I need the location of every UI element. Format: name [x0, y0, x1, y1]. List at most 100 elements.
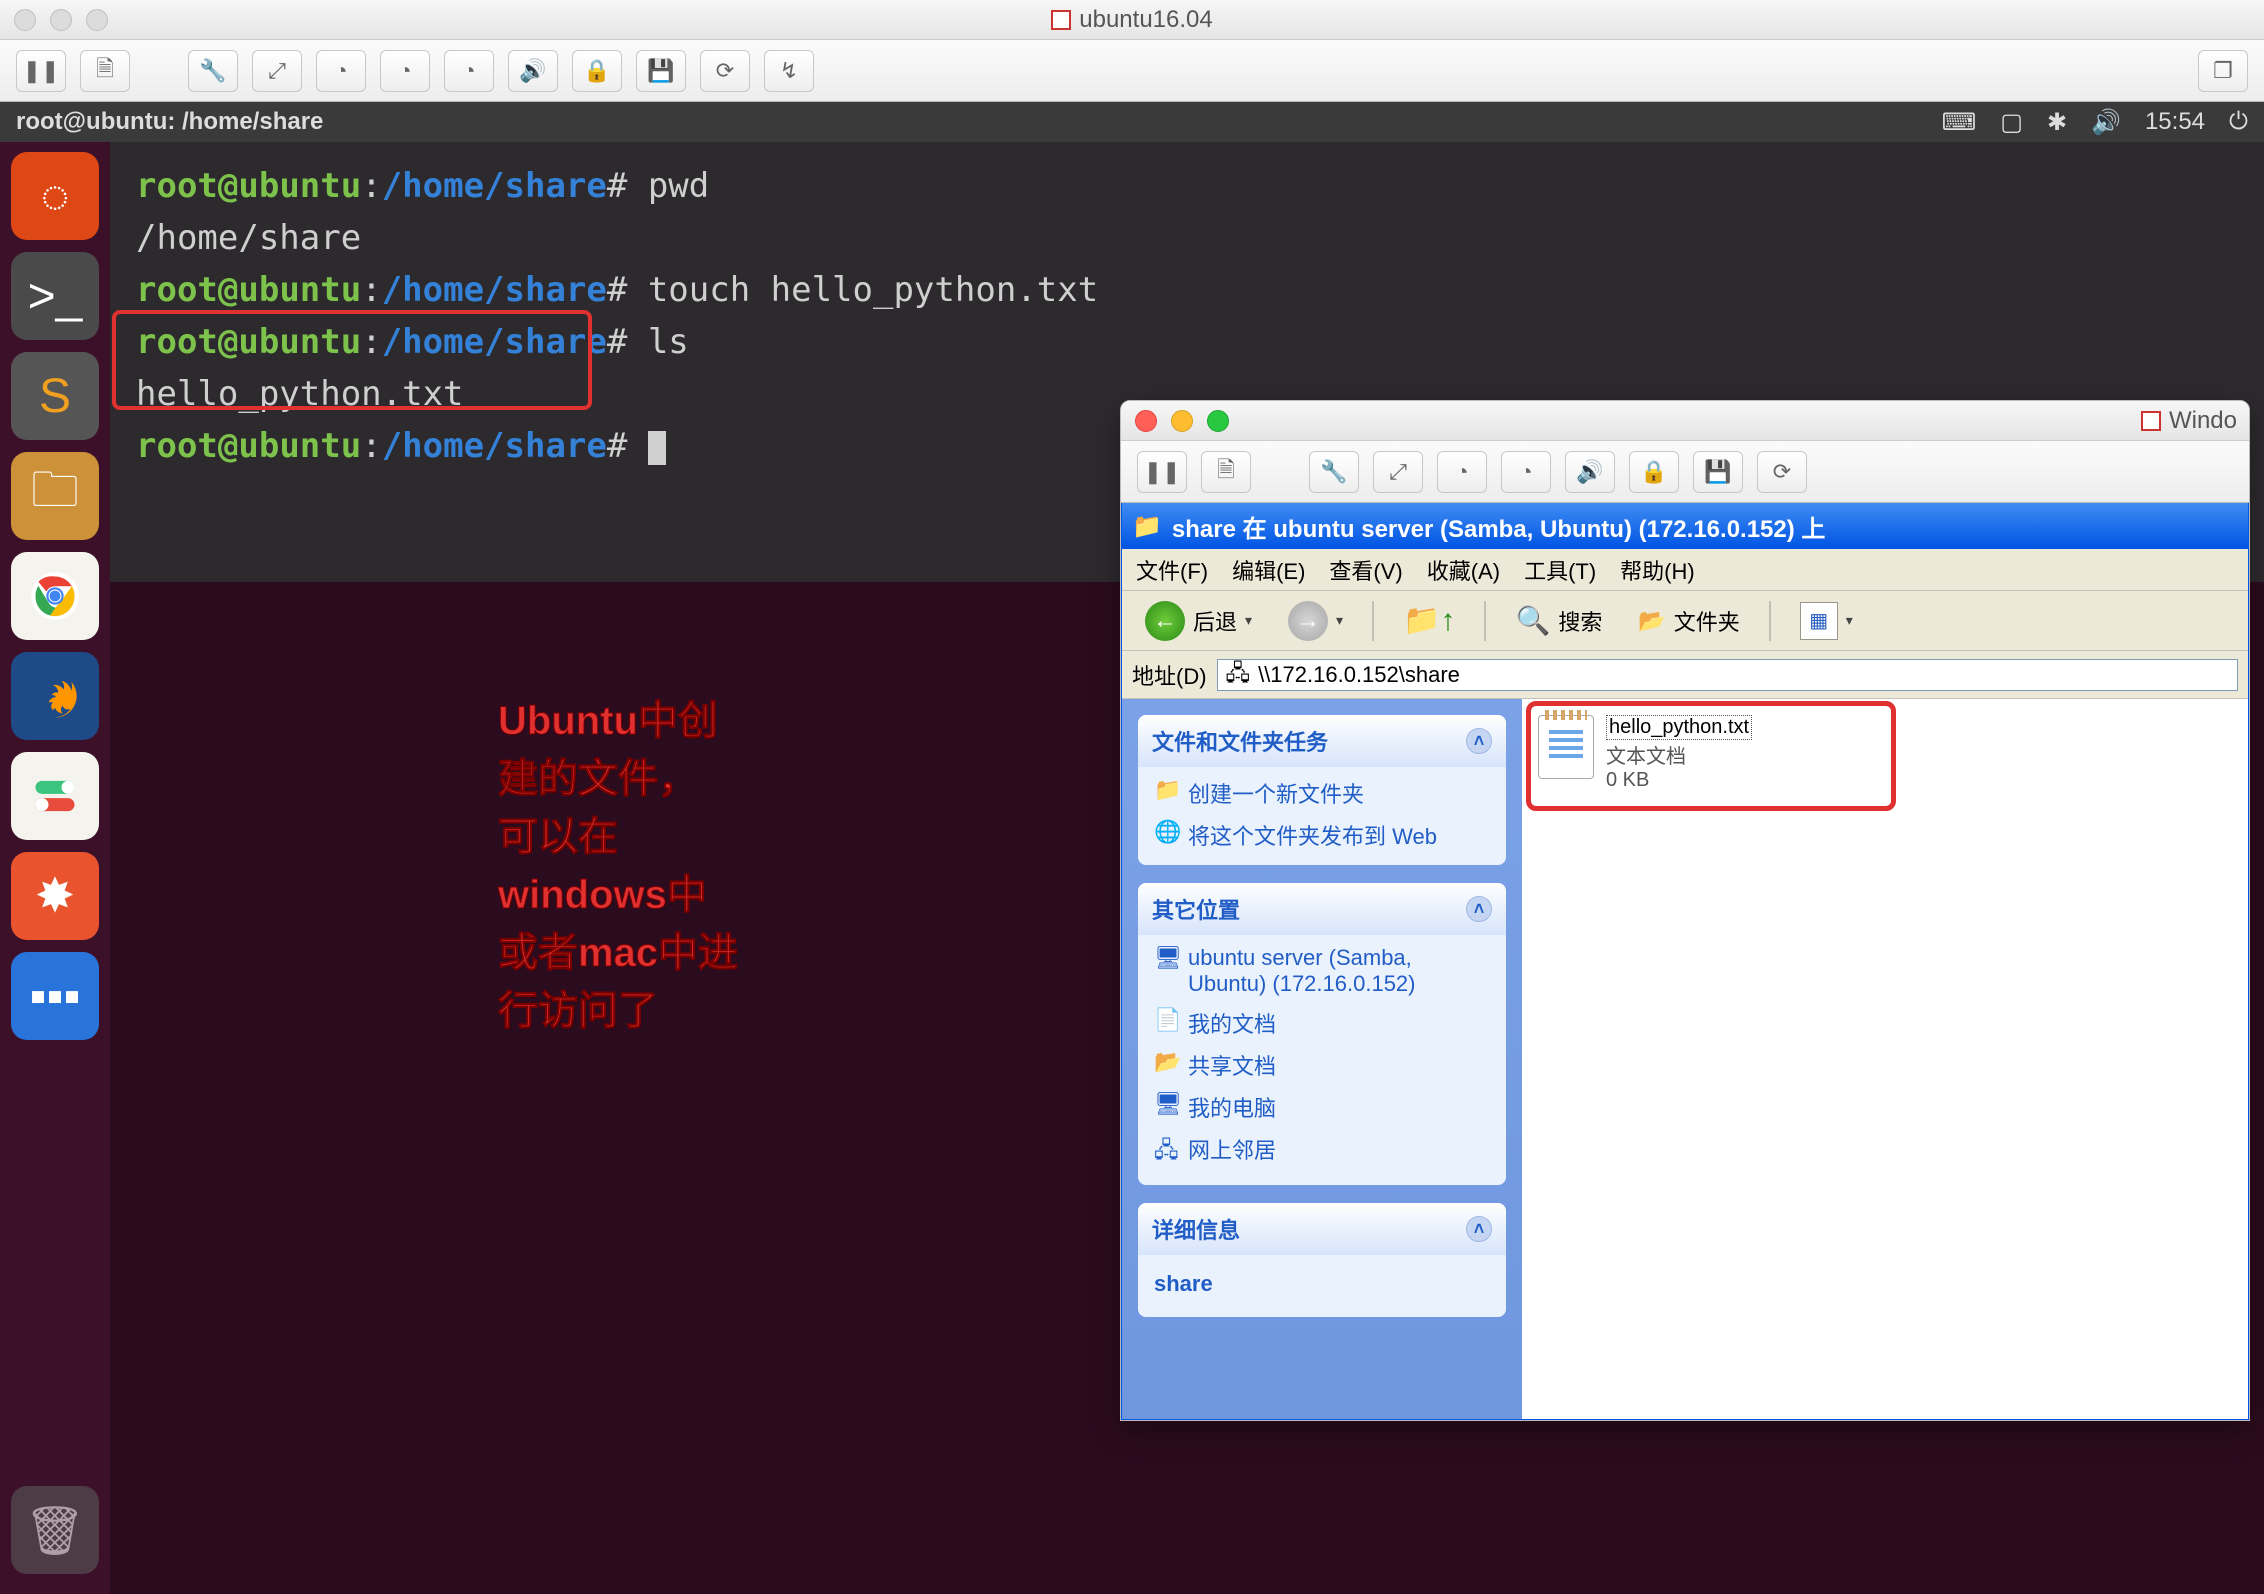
volume-icon[interactable]: 🔊	[2091, 108, 2121, 137]
xp-menubar: 文件(F) 编辑(E) 查看(V) 收藏(A) 工具(T) 帮助(H)	[1122, 549, 2248, 591]
sound-button[interactable]: 🔊	[1565, 451, 1615, 493]
launcher-dash-icon[interactable]: ◌	[11, 152, 99, 240]
launcher-update-icon[interactable]: ✸	[11, 852, 99, 940]
folders-button[interactable]: 📂 文件夹	[1625, 598, 1752, 644]
xp-panel-tasks-header[interactable]: 文件和文件夹任务 ˄	[1138, 715, 1506, 767]
chevron-up-icon[interactable]: ˄	[1466, 1216, 1492, 1242]
xp-titlebar[interactable]: 📁 share 在 ubuntu server (Samba, Ubuntu) …	[1122, 503, 2248, 549]
snapshot-button[interactable]: 🗎	[80, 50, 130, 92]
vm2-titlebar: Windo	[1121, 401, 2249, 441]
search-button[interactable]: 🔍 搜索	[1502, 597, 1615, 644]
task-publish-web[interactable]: 🌐 将这个文件夹发布到 Web	[1154, 819, 1490, 851]
chevron-down-icon[interactable]: ▾	[1336, 612, 1343, 629]
terminal-cmd-ls: ls	[648, 322, 689, 362]
menu-help[interactable]: 帮助(H)	[1620, 554, 1695, 586]
xp-title-text: share 在 ubuntu server (Samba, Ubuntu) (1…	[1172, 509, 1826, 544]
fullscreen-button[interactable]: ⤢	[1373, 451, 1423, 493]
lock-button[interactable]: 🔒	[1629, 451, 1679, 493]
back-button[interactable]: ← 后退 ▾	[1132, 594, 1265, 648]
xp-toolbar: ← 后退 ▾ → ▾ 📁↑ 🔍 搜索 📂	[1122, 591, 2248, 651]
disk-button-2[interactable]: ◔	[380, 50, 430, 92]
menu-file[interactable]: 文件(F)	[1136, 554, 1208, 586]
unity-button[interactable]: ❐	[2198, 50, 2248, 92]
chevron-up-icon[interactable]: ˄	[1466, 896, 1492, 922]
chevron-up-icon[interactable]: ˄	[1466, 728, 1492, 754]
vm-icon	[2141, 411, 2161, 431]
menu-favorites[interactable]: 收藏(A)	[1427, 554, 1500, 586]
vm1-toolbar: ❚❚ 🗎 🔧 ⤢ ◔ ◔ ◔ 🔊 🔒 💾 ⟳ ↯ ❐	[0, 40, 2264, 102]
fullscreen-button[interactable]: ⤢	[252, 50, 302, 92]
launcher-firefox-icon[interactable]	[11, 652, 99, 740]
lock-button[interactable]: 🔒	[572, 50, 622, 92]
disk-button-1[interactable]: ◔	[316, 50, 366, 92]
disk-button-3[interactable]: ◔	[444, 50, 494, 92]
launcher-trash-icon[interactable]: 🗑	[11, 1486, 99, 1574]
xp-main: 文件和文件夹任务 ˄ 📁 创建一个新文件夹 🌐	[1122, 699, 2248, 1419]
pause-button[interactable]: ❚❚	[1137, 451, 1187, 493]
launcher-app-icon[interactable]: ▪▪▪	[11, 952, 99, 1040]
arrow-left-icon: ←	[1145, 601, 1185, 641]
clock[interactable]: 15:54	[2145, 108, 2205, 136]
launcher-chrome-icon[interactable]	[11, 552, 99, 640]
display-icon[interactable]: ▢	[2000, 108, 2023, 137]
forward-button[interactable]: → ▾	[1275, 594, 1356, 648]
snapshot-button[interactable]: 🗎	[1201, 451, 1251, 493]
xp-panel-other-header[interactable]: 其它位置 ˄	[1138, 883, 1506, 935]
vm2-title: Windo	[1121, 407, 2249, 435]
folder-up-icon: 📁↑	[1403, 603, 1455, 638]
xp-panel-details: 详细信息 ˄ share	[1138, 1203, 1506, 1317]
other-server[interactable]: 🖥 ubuntu server (Samba, Ubuntu) (172.16.…	[1154, 945, 1490, 997]
vm2-toolbar: ❚❚ 🗎 🔧 ⤢ ◔ ◔ 🔊 🔒 💾 ⟳	[1121, 441, 2249, 503]
keyboard-icon[interactable]: ⌨	[1942, 108, 1977, 137]
unity-launcher: ◌ >_ S 🗀 ✸ ▪▪▪ 🗑	[0, 142, 110, 1594]
menu-edit[interactable]: 编辑(E)	[1232, 554, 1305, 586]
xp-content[interactable]: hello_python.txt 文本文档 0 KB	[1522, 699, 2248, 1419]
xp-addressbar: 地址(D) 🖧 \\172.16.0.152\share	[1122, 651, 2248, 699]
sound-button[interactable]: 🔊	[508, 50, 558, 92]
save-button[interactable]: 💾	[636, 50, 686, 92]
sync-button[interactable]: ⟳	[700, 50, 750, 92]
launcher-settings-icon[interactable]	[11, 752, 99, 840]
terminal-highlight	[112, 310, 592, 410]
globe-icon: 🌐	[1154, 819, 1178, 845]
disk-button-1[interactable]: ◔	[1437, 451, 1487, 493]
xp-panel-other: 其它位置 ˄ 🖥 ubuntu server (Samba, Ubuntu) (…	[1138, 883, 1506, 1185]
documents-icon: 📄	[1154, 1007, 1178, 1033]
views-icon: ▦	[1800, 602, 1838, 640]
terminal-cmd-pwd: pwd	[648, 166, 709, 206]
bluetooth-icon[interactable]: ✱	[2047, 108, 2067, 137]
launcher-terminal-icon[interactable]: >_	[11, 252, 99, 340]
chevron-down-icon[interactable]: ▾	[1846, 612, 1853, 629]
chevron-down-icon[interactable]: ▾	[1245, 612, 1252, 629]
terminal-output-1: /home/share	[136, 212, 2238, 264]
menu-tools[interactable]: 工具(T)	[1524, 554, 1596, 586]
address-input[interactable]: 🖧 \\172.16.0.152\share	[1217, 659, 2238, 691]
vm2-title-text: Windo	[2169, 407, 2237, 435]
other-mycomputer[interactable]: 🖥 我的电脑	[1154, 1091, 1490, 1123]
power-icon[interactable]: ⏻	[2229, 108, 2248, 136]
up-folder-button[interactable]: 📁↑	[1390, 596, 1468, 645]
share-icon: 🖧	[1226, 656, 1251, 694]
settings-button[interactable]: 🔧	[1309, 451, 1359, 493]
views-button[interactable]: ▦ ▾	[1787, 595, 1866, 647]
arrow-right-icon: →	[1288, 601, 1328, 641]
my-computer-icon: 🖥	[1154, 1091, 1178, 1117]
settings-button[interactable]: 🔧	[188, 50, 238, 92]
sync-button[interactable]: ⟳	[1757, 451, 1807, 493]
other-shared[interactable]: 📂 共享文档	[1154, 1049, 1490, 1081]
xp-panel-details-header[interactable]: 详细信息 ˄	[1138, 1203, 1506, 1255]
other-mydocs[interactable]: 📄 我的文档	[1154, 1007, 1490, 1039]
menu-view[interactable]: 查看(V)	[1329, 554, 1402, 586]
launcher-sublime-icon[interactable]: S	[11, 352, 99, 440]
vm1-titlebar: ubuntu16.04	[0, 0, 2264, 40]
network-button[interactable]: ↯	[764, 50, 814, 92]
ubuntu-tray: ⌨ ▢ ✱ 🔊 15:54 ⏻	[1942, 108, 2248, 137]
disk-button-2[interactable]: ◔	[1501, 451, 1551, 493]
terminal-cursor	[648, 431, 666, 465]
other-network[interactable]: 🖧 网上邻居	[1154, 1133, 1490, 1171]
launcher-files-icon[interactable]: 🗀	[11, 452, 99, 540]
pause-button[interactable]: ❚❚	[16, 50, 66, 92]
task-new-folder[interactable]: 📁 创建一个新文件夹	[1154, 777, 1490, 809]
folders-icon: 📂	[1638, 608, 1665, 634]
save-button[interactable]: 💾	[1693, 451, 1743, 493]
